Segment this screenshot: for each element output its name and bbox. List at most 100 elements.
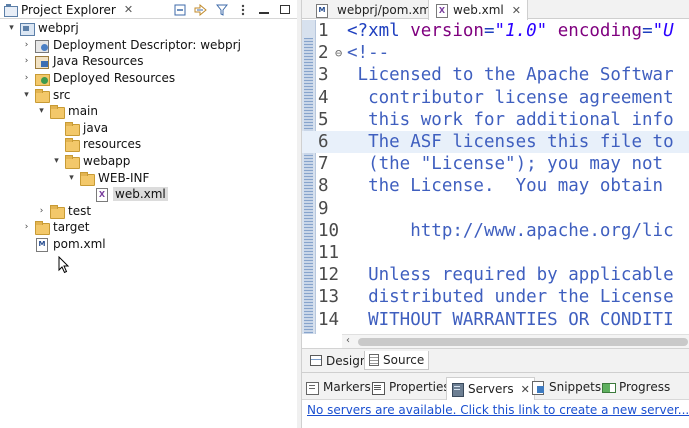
- tree-item-label: webprj: [38, 21, 79, 36]
- snippets-icon: [532, 381, 545, 395]
- mouse-pointer-icon: [58, 256, 70, 274]
- tree-item-label: webapp: [83, 154, 131, 169]
- tree-item[interactable]: pom.xml: [0, 236, 297, 253]
- tab-markers[interactable]: Markers: [306, 377, 371, 397]
- folder-icon: [65, 121, 80, 136]
- collapsed-arrow-icon[interactable]: ›: [21, 39, 32, 50]
- collapsed-arrow-icon[interactable]: ›: [21, 56, 32, 67]
- close-icon[interactable]: ✕: [521, 383, 530, 396]
- tab-design[interactable]: Design: [306, 351, 371, 370]
- explorer-tabbar: Project Explorer ✕: [0, 0, 297, 19]
- tree-item-label: web.xml: [113, 187, 168, 202]
- tree-item[interactable]: › Deployment Descriptor: webprj: [0, 37, 297, 54]
- source-text-area[interactable]: 1 <?xml version="1.0" encoding="U 2 ⊖ <!-- 3 …: [302, 20, 689, 334]
- line-number: 14: [318, 309, 340, 330]
- xml-file-icon: [435, 4, 449, 18]
- tab-properties[interactable]: Properties: [372, 377, 450, 397]
- tab-pom-xml[interactable]: webprj/pom.xml: [306, 0, 440, 19]
- collapse-all-icon[interactable]: [173, 3, 186, 16]
- maven-file-icon: [35, 238, 49, 253]
- tab-snippets[interactable]: Snippets: [532, 377, 601, 397]
- tab-servers[interactable]: Servers ✕: [446, 377, 535, 400]
- expanded-arrow-icon[interactable]: ▾: [6, 23, 17, 34]
- collapsed-arrow-icon[interactable]: ›: [21, 222, 32, 233]
- line-number: 11: [318, 243, 340, 263]
- tab-source[interactable]: Source: [364, 351, 430, 370]
- code-line: 6 The ASF licenses this file to: [302, 131, 689, 153]
- code-line: 9: [302, 198, 689, 220]
- tab-web-xml[interactable]: web.xml ✕: [428, 0, 528, 20]
- design-icon: [310, 355, 322, 366]
- bottom-tab-label: Markers: [323, 380, 371, 394]
- tree-item-label: test: [68, 203, 92, 218]
- deployment-descriptor-icon: [35, 39, 49, 53]
- tab-project-explorer[interactable]: Project Explorer ✕: [0, 0, 139, 19]
- line-number: 4: [318, 87, 329, 108]
- tree-item[interactable]: ▾ webprj: [0, 20, 297, 37]
- filter-icon[interactable]: [215, 3, 228, 16]
- tree-item[interactable]: resources: [0, 136, 297, 153]
- code-text: (the "License"); you may not: [347, 154, 674, 175]
- code-line: 1 <?xml version="1.0" encoding="U: [302, 20, 689, 42]
- tree-item[interactable]: ▾ webapp: [0, 153, 297, 170]
- folder-icon: [50, 204, 65, 219]
- xml-file-icon: [95, 188, 109, 203]
- code-text: the License. You may obtain: [347, 176, 674, 197]
- tree-item[interactable]: java: [0, 120, 297, 137]
- folder-icon: [35, 88, 50, 103]
- code-text: Licensed to the Apache Softwar: [347, 65, 674, 86]
- expanded-arrow-icon[interactable]: ▾: [66, 172, 77, 183]
- tree-item-label: main: [68, 104, 98, 119]
- tree-item-label: java: [83, 120, 109, 135]
- explorer-title: Project Explorer: [21, 2, 116, 17]
- bottom-views: Markers Properties Servers ✕ Snippets Pr…: [301, 372, 689, 428]
- xml-editor: webprj/pom.xml web.xml ✕ 1 <?xml version=…: [301, 0, 689, 372]
- code-line: 11: [302, 242, 689, 264]
- line-number: 8: [318, 176, 329, 197]
- page-tab-label: Design: [326, 353, 368, 368]
- view-menu-icon[interactable]: [236, 3, 249, 16]
- source-icon: [369, 354, 379, 366]
- tree-item-label: resources: [83, 137, 142, 152]
- project-explorer-icon: [4, 4, 18, 17]
- code-line: 4 contributor license agreement: [302, 87, 689, 109]
- close-icon[interactable]: ✕: [124, 3, 133, 16]
- collapsed-arrow-icon[interactable]: ›: [36, 205, 47, 216]
- minimize-icon[interactable]: [257, 3, 270, 16]
- project-icon: [20, 22, 35, 37]
- folder-icon: [65, 138, 80, 153]
- link-with-editor-icon[interactable]: [194, 3, 207, 16]
- page-tab-label: Source: [383, 353, 425, 367]
- fold-collapse-icon[interactable]: ⊖: [335, 42, 342, 64]
- scrollbar-thumb[interactable]: [358, 338, 688, 346]
- editor-tab-label: web.xml: [453, 3, 504, 17]
- expanded-arrow-icon[interactable]: ▾: [51, 156, 62, 167]
- tree-item[interactable]: ▾ src: [0, 86, 297, 103]
- tree-item[interactable]: ▾ main: [0, 103, 297, 120]
- tree-item[interactable]: web.xml: [0, 186, 297, 203]
- folder-icon: [65, 155, 80, 170]
- expanded-arrow-icon[interactable]: ▾: [21, 89, 32, 100]
- scroll-left-icon[interactable]: ‹: [346, 335, 350, 346]
- expanded-arrow-icon[interactable]: ▾: [36, 106, 47, 117]
- maximize-icon[interactable]: [278, 3, 291, 16]
- horizontal-scrollbar[interactable]: ‹: [342, 334, 689, 348]
- code-text: contributor license agreement: [347, 87, 674, 108]
- editor-tab-label: webprj/pom.xml: [337, 2, 435, 17]
- code-line: 5 this work for additional info: [302, 109, 689, 131]
- create-server-link[interactable]: No servers are available. Click this lin…: [307, 403, 689, 417]
- line-number: 1: [318, 21, 329, 41]
- folder-icon: [50, 105, 65, 120]
- close-icon[interactable]: ✕: [512, 4, 521, 17]
- collapsed-arrow-icon[interactable]: ›: [21, 73, 32, 84]
- tree-item[interactable]: › target: [0, 219, 297, 236]
- tab-progress[interactable]: Progress: [602, 377, 670, 397]
- tree-item-label: Deployed Resources: [53, 71, 176, 86]
- bottom-tab-label: Progress: [619, 380, 671, 394]
- tree-item[interactable]: › test: [0, 203, 297, 220]
- code-line: 8 the License. You may obtain: [302, 175, 689, 197]
- tree-item[interactable]: ▾ WEB-INF: [0, 169, 297, 186]
- tree-item[interactable]: › Deployed Resources: [0, 70, 297, 87]
- tree-item[interactable]: › Java Resources: [0, 53, 297, 70]
